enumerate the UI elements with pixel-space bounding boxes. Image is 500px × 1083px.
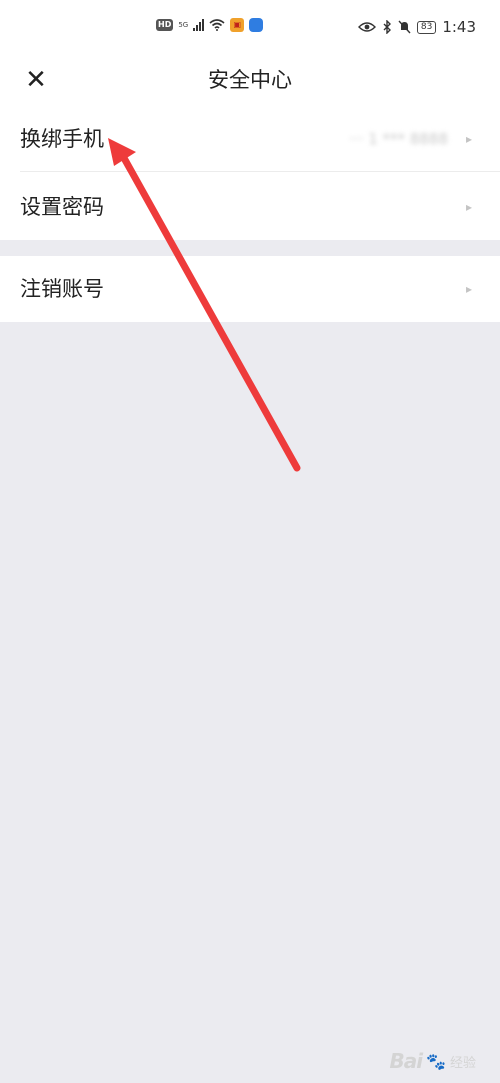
bluetooth-icon bbox=[383, 20, 391, 34]
wifi-icon bbox=[209, 19, 225, 31]
network-type-label: 5G bbox=[178, 20, 189, 29]
status-left-icons: HD 5G ▣ bbox=[156, 18, 264, 32]
signal-icon bbox=[193, 19, 205, 31]
chevron-right-icon: ▸ bbox=[465, 282, 472, 296]
chevron-right-icon: ▸ bbox=[465, 132, 472, 146]
divider bbox=[20, 171, 500, 172]
set-password-row[interactable]: 设置密码 ▸ bbox=[0, 174, 500, 240]
cloud-icon bbox=[249, 18, 264, 32]
set-password-label: 设置密码 bbox=[20, 195, 104, 219]
status-right-icons: 83 1:43 bbox=[357, 18, 476, 36]
rebind-phone-row[interactable]: 换绑手机 ··· 1 *** 8888 ▸ bbox=[0, 106, 500, 172]
battery-icon: 83 bbox=[416, 20, 437, 34]
paw-icon: 🐾 bbox=[426, 1051, 446, 1071]
mute-icon bbox=[398, 20, 411, 34]
nav-header: ✕ 安全中心 bbox=[0, 56, 500, 106]
delete-account-label: 注销账号 bbox=[20, 277, 104, 301]
app-notification-icon: ▣ bbox=[230, 18, 245, 32]
page-title: 安全中心 bbox=[208, 68, 292, 92]
hd-icon: HD bbox=[156, 19, 174, 31]
watermark-text: 经验 bbox=[449, 1055, 476, 1071]
clock: 1:43 bbox=[442, 18, 476, 36]
chevron-right-icon: ▸ bbox=[465, 200, 472, 214]
rebind-phone-label: 换绑手机 bbox=[20, 127, 104, 151]
baidu-jingyan-watermark: Bai 🐾 经验 bbox=[389, 1049, 476, 1073]
status-bar: HD 5G ▣ 83 1:43 bbox=[0, 0, 500, 56]
delete-account-row[interactable]: 注销账号 ▸ bbox=[0, 256, 500, 322]
watermark-logo: Bai bbox=[389, 1049, 423, 1073]
eye-icon bbox=[357, 22, 376, 32]
phone-number-value: ··· 1 *** 8888 bbox=[349, 130, 448, 148]
